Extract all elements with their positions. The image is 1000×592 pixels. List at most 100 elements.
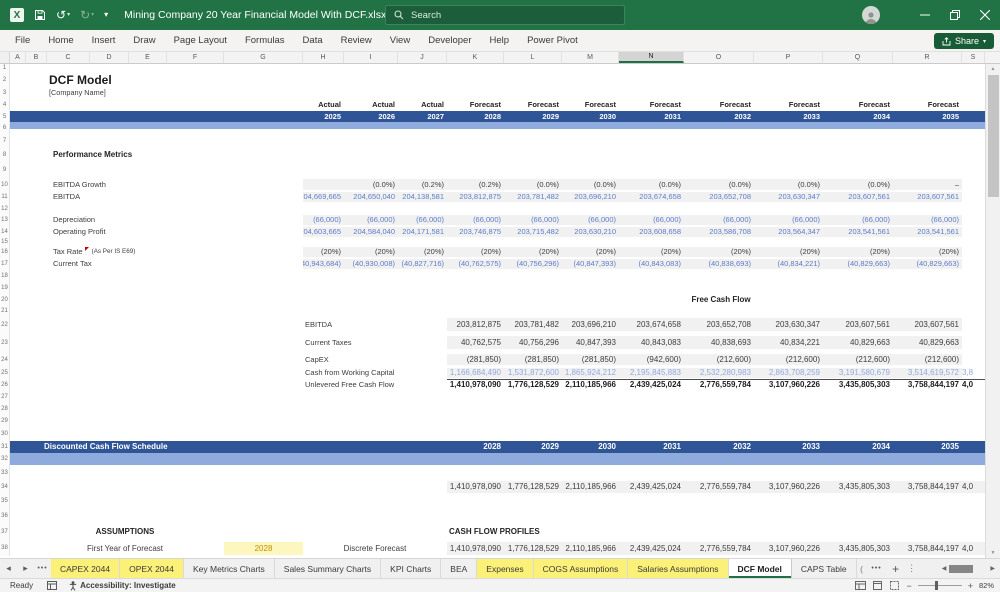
value-cell[interactable]: 203,607,561	[893, 191, 962, 203]
row-label-cell[interactable]: Current Tax	[47, 258, 303, 270]
sheet-tab-cogs-assumptions[interactable]: COGS Assumptions	[533, 559, 629, 578]
dcf-schedule-title[interactable]: Discounted Cash Flow Schedule	[26, 441, 344, 453]
fcf-heading-cell[interactable]: Free Cash Flow	[619, 294, 823, 306]
value-cell[interactable]: 2,532,280,983	[684, 368, 754, 378]
value-cell[interactable]: (40,829,663)	[823, 258, 893, 270]
row-header-26[interactable]: 26	[0, 379, 10, 391]
row-header-2[interactable]: 2	[0, 72, 10, 87]
ribbon-tab-formulas[interactable]: Formulas	[236, 30, 294, 51]
zoom-level[interactable]: 82%	[979, 581, 994, 590]
value-cell[interactable]: 203,812,875	[447, 191, 504, 203]
horizontal-scrollbar[interactable]: ◀ ▶	[942, 559, 1000, 578]
value-cell[interactable]: (20%)	[398, 246, 447, 258]
column-header-P[interactable]: P	[754, 52, 823, 63]
value-cell[interactable]: (66,000)	[754, 214, 823, 226]
value-cell[interactable]: 203,541,561	[823, 226, 893, 238]
sheet-nav-right-icon[interactable]: ▸	[17, 559, 34, 578]
row-label-cell[interactable]: Current Taxes	[303, 336, 447, 349]
period-type-cell[interactable]: Forecast	[447, 98, 504, 111]
sheet-tab-kpi-charts[interactable]: KPI Charts	[381, 559, 442, 578]
column-header-C[interactable]: C	[47, 52, 90, 63]
value-cell[interactable]: (40,834,221)	[754, 258, 823, 270]
value-cell[interactable]: (212,600)	[823, 354, 893, 365]
year-cell[interactable]: 2029	[504, 111, 562, 122]
value-cell[interactable]: (20%)	[823, 246, 893, 258]
value-cell[interactable]: (212,600)	[893, 354, 962, 365]
value-cell[interactable]: (66,000)	[303, 214, 344, 226]
period-type-cell[interactable]: Forecast	[562, 98, 619, 111]
clipped-sheet-tab[interactable]: (	[857, 559, 867, 578]
value-cell[interactable]: (0.0%)	[344, 178, 398, 191]
value-cell[interactable]: 1,776,128,529	[504, 481, 562, 493]
dcf-year-cell[interactable]: 2034	[823, 441, 893, 453]
value-cell[interactable]: (20%)	[303, 246, 344, 258]
sheet-tab-salaries-assumptions[interactable]: Salaries Assumptions	[628, 559, 729, 578]
value-cell[interactable]: (40,943,684)	[303, 258, 344, 270]
value-cell[interactable]: 2,110,185,966	[562, 481, 619, 493]
value-cell[interactable]: (281,850)	[447, 354, 504, 365]
value-cell[interactable]: (66,000)	[893, 214, 962, 226]
column-header-Q[interactable]: Q	[823, 52, 893, 63]
row-label-cell[interactable]: Depreciation	[47, 214, 303, 226]
value-cell[interactable]: 3,758,844,197	[893, 481, 962, 493]
accessibility-status[interactable]: Accessibility: Investigate	[69, 580, 176, 591]
value-cell[interactable]: (40,838,693)	[684, 258, 754, 270]
row-header-14[interactable]: 14	[0, 226, 10, 238]
value-cell[interactable]: 203,674,658	[619, 318, 684, 331]
value-cell[interactable]: 204,584,040	[344, 226, 398, 238]
value-cell[interactable]: 3,435,805,303	[823, 481, 893, 493]
value-cell[interactable]: (942,600)	[619, 354, 684, 365]
dcf-year-cell[interactable]: 2033	[754, 441, 823, 453]
value-cell[interactable]: 203,586,708	[684, 226, 754, 238]
more-sheets-icon[interactable]: •••	[867, 559, 887, 578]
value-cell[interactable]: 40,829,663	[823, 336, 893, 349]
value-cell[interactable]: 203,715,482	[504, 226, 562, 238]
ribbon-tab-draw[interactable]: Draw	[124, 30, 164, 51]
select-all-corner[interactable]	[0, 52, 10, 63]
vscroll-thumb[interactable]	[988, 75, 999, 197]
value-cell[interactable]: 2,776,559,784	[684, 542, 754, 555]
ribbon-tab-page-layout[interactable]: Page Layout	[165, 30, 236, 51]
value-cell[interactable]: (212,600)	[684, 354, 754, 365]
year-cell[interactable]: 2031	[619, 111, 684, 122]
period-type-cell[interactable]: Forecast	[619, 98, 684, 111]
year-cell[interactable]: 2025	[303, 111, 344, 122]
column-header-R[interactable]: R	[893, 52, 962, 63]
row-header-18[interactable]: 18	[0, 270, 10, 282]
row-label-cell[interactable]: EBITDA	[303, 318, 447, 331]
value-cell[interactable]: (66,000)	[447, 214, 504, 226]
page-break-view-icon[interactable]	[889, 581, 900, 590]
save-icon[interactable]	[34, 9, 46, 21]
value-cell[interactable]: 203,652,708	[684, 318, 754, 331]
row-header-22[interactable]: 22	[0, 316, 10, 334]
value-cell[interactable]: (212,600)	[754, 354, 823, 365]
value-cell[interactable]: (0.0%)	[562, 178, 619, 191]
period-type-cell[interactable]: Forecast	[823, 98, 893, 111]
ribbon-tab-help[interactable]: Help	[481, 30, 519, 51]
page-layout-view-icon[interactable]	[872, 581, 883, 590]
column-header-L[interactable]: L	[504, 52, 562, 63]
restore-button[interactable]	[940, 0, 970, 30]
value-cell[interactable]: (66,000)	[619, 214, 684, 226]
row-header-4[interactable]: 4	[0, 98, 10, 111]
value-cell[interactable]: 203,746,875	[447, 226, 504, 238]
year-cell[interactable]: 2033	[754, 111, 823, 122]
clipped-value-cell[interactable]: 4,0	[962, 542, 985, 555]
normal-view-icon[interactable]	[855, 581, 867, 590]
column-header-E[interactable]: E	[129, 52, 167, 63]
value-cell[interactable]: (40,827,716)	[398, 258, 447, 270]
value-cell[interactable]: 203,630,347	[754, 318, 823, 331]
value-cell[interactable]: 203,696,210	[562, 191, 619, 203]
row-header-16[interactable]: 16	[0, 246, 10, 258]
value-cell[interactable]: 2,110,185,966	[562, 380, 619, 390]
sheet-tab-dcf-model[interactable]: DCF Model	[728, 559, 792, 578]
value-cell[interactable]: (66,000)	[562, 214, 619, 226]
row-header-23[interactable]: 23	[0, 334, 10, 352]
value-cell[interactable]: (20%)	[447, 246, 504, 258]
value-cell[interactable]: (40,829,663)	[893, 258, 962, 270]
value-cell[interactable]: 40,838,693	[684, 336, 754, 349]
value-cell[interactable]: 1,865,924,212	[562, 368, 619, 378]
value-cell[interactable]: (66,000)	[344, 214, 398, 226]
value-cell[interactable]: 2,439,425,024	[619, 481, 684, 493]
year-cell[interactable]: 2026	[344, 111, 398, 122]
